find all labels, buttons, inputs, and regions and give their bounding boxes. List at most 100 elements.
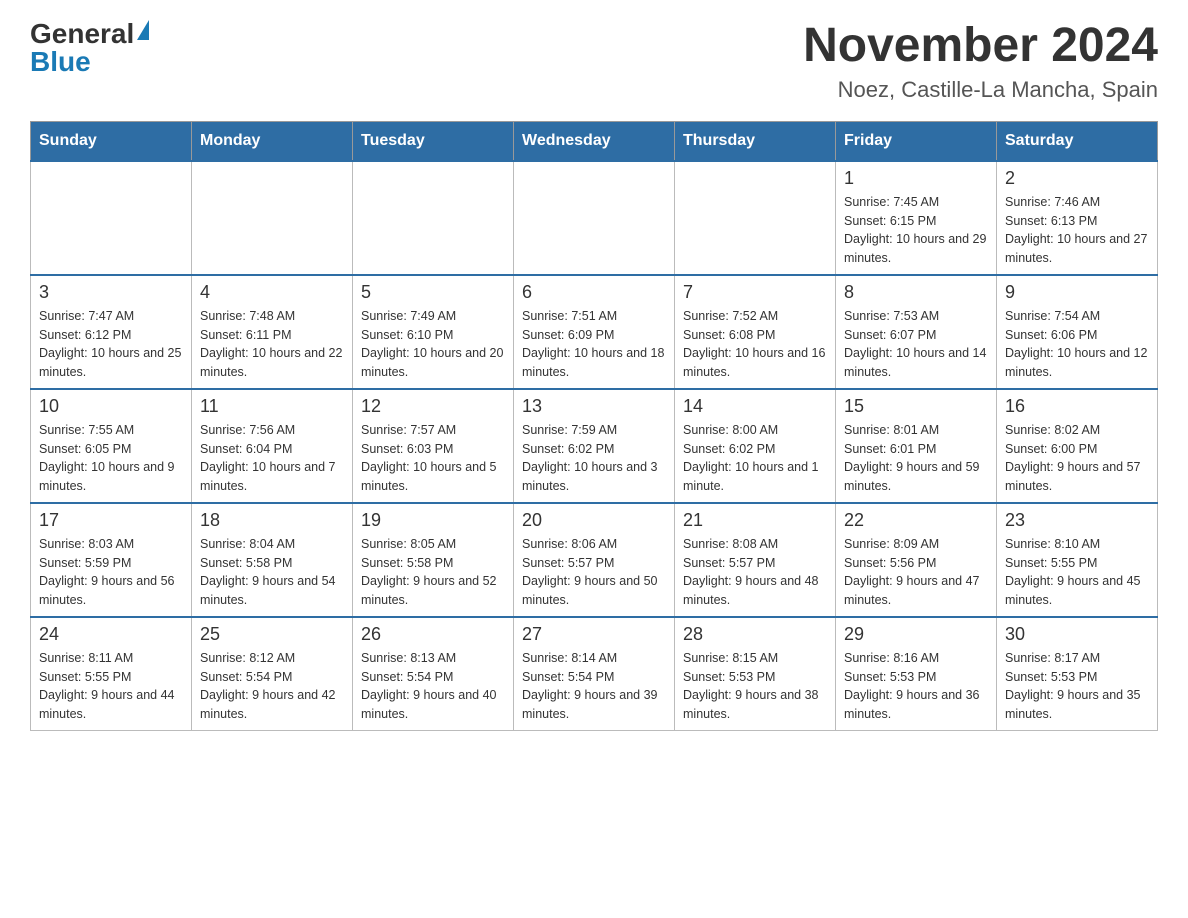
logo-blue-text: Blue — [30, 48, 91, 76]
day-info: Sunrise: 8:03 AM Sunset: 5:59 PM Dayligh… — [39, 535, 183, 610]
calendar-cell — [192, 161, 353, 275]
day-info: Sunrise: 8:05 AM Sunset: 5:58 PM Dayligh… — [361, 535, 505, 610]
day-number: 26 — [361, 624, 505, 645]
day-info: Sunrise: 8:01 AM Sunset: 6:01 PM Dayligh… — [844, 421, 988, 496]
calendar-cell: 19 Sunrise: 8:05 AM Sunset: 5:58 PM Dayli… — [353, 503, 514, 617]
calendar-cell: 26 Sunrise: 8:13 AM Sunset: 5:54 PM Dayli… — [353, 617, 514, 731]
calendar-cell: 28 Sunrise: 8:15 AM Sunset: 5:53 PM Dayli… — [675, 617, 836, 731]
calendar-title-block: November 2024 Noez, Castille-La Mancha, … — [803, 20, 1158, 103]
calendar-cell: 24Sunrise: 8:11 AM Sunset: 5:55 PM Dayli… — [31, 617, 192, 731]
calendar-cell: 2 Sunrise: 7:46 AM Sunset: 6:13 PM Daylig… — [997, 161, 1158, 275]
day-info: Sunrise: 8:04 AM Sunset: 5:58 PM Dayligh… — [200, 535, 344, 610]
calendar-cell — [514, 161, 675, 275]
calendar-body: 1Sunrise: 7:45 AM Sunset: 6:15 PM Daylig… — [31, 161, 1158, 731]
calendar-cell: 20 Sunrise: 8:06 AM Sunset: 5:57 PM Dayli… — [514, 503, 675, 617]
day-number: 17 — [39, 510, 183, 531]
calendar-title: November 2024 — [803, 20, 1158, 73]
day-of-week-wednesday: Wednesday — [514, 121, 675, 161]
calendar-cell: 25Sunrise: 8:12 AM Sunset: 5:54 PM Dayli… — [192, 617, 353, 731]
calendar-cell: 1Sunrise: 7:45 AM Sunset: 6:15 PM Daylig… — [836, 161, 997, 275]
calendar-header: SundayMondayTuesdayWednesdayThursdayFrid… — [31, 121, 1158, 161]
calendar-cell: 18 Sunrise: 8:04 AM Sunset: 5:58 PM Dayli… — [192, 503, 353, 617]
calendar-cell: 9 Sunrise: 7:54 AM Sunset: 6:06 PM Daylig… — [997, 275, 1158, 389]
calendar-cell: 30Sunrise: 8:17 AM Sunset: 5:53 PM Dayli… — [997, 617, 1158, 731]
day-info: Sunrise: 8:08 AM Sunset: 5:57 PM Dayligh… — [683, 535, 827, 610]
day-info: Sunrise: 8:15 AM Sunset: 5:53 PM Dayligh… — [683, 649, 827, 724]
calendar-cell: 22 Sunrise: 8:09 AM Sunset: 5:56 PM Dayli… — [836, 503, 997, 617]
logo-general-text: General — [30, 20, 134, 48]
day-number: 21 — [683, 510, 827, 531]
day-info: Sunrise: 7:53 AM Sunset: 6:07 PM Dayligh… — [844, 307, 988, 382]
day-number: 7 — [683, 282, 827, 303]
day-number: 28 — [683, 624, 827, 645]
calendar-cell: 5 Sunrise: 7:49 AM Sunset: 6:10 PM Daylig… — [353, 275, 514, 389]
day-number: 14 — [683, 396, 827, 417]
calendar-subtitle: Noez, Castille-La Mancha, Spain — [803, 77, 1158, 103]
day-number: 22 — [844, 510, 988, 531]
day-of-week-monday: Monday — [192, 121, 353, 161]
day-info: Sunrise: 8:14 AM Sunset: 5:54 PM Dayligh… — [522, 649, 666, 724]
day-info: Sunrise: 7:59 AM Sunset: 6:02 PM Dayligh… — [522, 421, 666, 496]
calendar-cell: 29 Sunrise: 8:16 AM Sunset: 5:53 PM Dayli… — [836, 617, 997, 731]
day-info: Sunrise: 8:09 AM Sunset: 5:56 PM Dayligh… — [844, 535, 988, 610]
day-of-week-thursday: Thursday — [675, 121, 836, 161]
day-of-week-saturday: Saturday — [997, 121, 1158, 161]
day-info: Sunrise: 7:46 AM Sunset: 6:13 PM Dayligh… — [1005, 193, 1149, 268]
week-row-1: 1Sunrise: 7:45 AM Sunset: 6:15 PM Daylig… — [31, 161, 1158, 275]
day-info: Sunrise: 8:11 AM Sunset: 5:55 PM Dayligh… — [39, 649, 183, 724]
calendar-cell: 4Sunrise: 7:48 AM Sunset: 6:11 PM Daylig… — [192, 275, 353, 389]
day-info: Sunrise: 7:48 AM Sunset: 6:11 PM Dayligh… — [200, 307, 344, 382]
calendar-cell: 21 Sunrise: 8:08 AM Sunset: 5:57 PM Dayli… — [675, 503, 836, 617]
calendar-cell: 7 Sunrise: 7:52 AM Sunset: 6:08 PM Daylig… — [675, 275, 836, 389]
day-number: 2 — [1005, 168, 1149, 189]
day-info: Sunrise: 8:02 AM Sunset: 6:00 PM Dayligh… — [1005, 421, 1149, 496]
calendar-cell — [353, 161, 514, 275]
day-number: 18 — [200, 510, 344, 531]
day-number: 23 — [1005, 510, 1149, 531]
day-number: 30 — [1005, 624, 1149, 645]
day-number: 19 — [361, 510, 505, 531]
day-info: Sunrise: 7:54 AM Sunset: 6:06 PM Dayligh… — [1005, 307, 1149, 382]
day-of-week-friday: Friday — [836, 121, 997, 161]
day-number: 25 — [200, 624, 344, 645]
calendar-table: SundayMondayTuesdayWednesdayThursdayFrid… — [30, 121, 1158, 731]
day-number: 11 — [200, 396, 344, 417]
calendar-cell: 17 Sunrise: 8:03 AM Sunset: 5:59 PM Dayli… — [31, 503, 192, 617]
calendar-cell: 23Sunrise: 8:10 AM Sunset: 5:55 PM Dayli… — [997, 503, 1158, 617]
day-number: 16 — [1005, 396, 1149, 417]
day-info: Sunrise: 8:16 AM Sunset: 5:53 PM Dayligh… — [844, 649, 988, 724]
day-info: Sunrise: 7:47 AM Sunset: 6:12 PM Dayligh… — [39, 307, 183, 382]
day-number: 8 — [844, 282, 988, 303]
calendar-cell: 6 Sunrise: 7:51 AM Sunset: 6:09 PM Daylig… — [514, 275, 675, 389]
day-info: Sunrise: 7:49 AM Sunset: 6:10 PM Dayligh… — [361, 307, 505, 382]
day-info: Sunrise: 7:51 AM Sunset: 6:09 PM Dayligh… — [522, 307, 666, 382]
page-header: General Blue November 2024 Noez, Castill… — [30, 20, 1158, 103]
calendar-cell — [31, 161, 192, 275]
days-of-week-row: SundayMondayTuesdayWednesdayThursdayFrid… — [31, 121, 1158, 161]
day-number: 5 — [361, 282, 505, 303]
day-info: Sunrise: 7:55 AM Sunset: 6:05 PM Dayligh… — [39, 421, 183, 496]
logo: General Blue — [30, 20, 149, 76]
day-number: 6 — [522, 282, 666, 303]
day-of-week-tuesday: Tuesday — [353, 121, 514, 161]
day-number: 9 — [1005, 282, 1149, 303]
day-number: 12 — [361, 396, 505, 417]
day-info: Sunrise: 7:57 AM Sunset: 6:03 PM Dayligh… — [361, 421, 505, 496]
calendar-cell: 15Sunrise: 8:01 AM Sunset: 6:01 PM Dayli… — [836, 389, 997, 503]
calendar-cell: 11Sunrise: 7:56 AM Sunset: 6:04 PM Dayli… — [192, 389, 353, 503]
day-info: Sunrise: 8:00 AM Sunset: 6:02 PM Dayligh… — [683, 421, 827, 496]
day-number: 20 — [522, 510, 666, 531]
calendar-cell — [675, 161, 836, 275]
day-number: 29 — [844, 624, 988, 645]
calendar-cell: 10 Sunrise: 7:55 AM Sunset: 6:05 PM Dayli… — [31, 389, 192, 503]
day-info: Sunrise: 7:45 AM Sunset: 6:15 PM Dayligh… — [844, 193, 988, 268]
week-row-5: 24Sunrise: 8:11 AM Sunset: 5:55 PM Dayli… — [31, 617, 1158, 731]
day-info: Sunrise: 8:06 AM Sunset: 5:57 PM Dayligh… — [522, 535, 666, 610]
calendar-cell: 8 Sunrise: 7:53 AM Sunset: 6:07 PM Daylig… — [836, 275, 997, 389]
day-info: Sunrise: 7:52 AM Sunset: 6:08 PM Dayligh… — [683, 307, 827, 382]
day-number: 10 — [39, 396, 183, 417]
week-row-3: 10 Sunrise: 7:55 AM Sunset: 6:05 PM Dayli… — [31, 389, 1158, 503]
calendar-cell: 14 Sunrise: 8:00 AM Sunset: 6:02 PM Dayli… — [675, 389, 836, 503]
week-row-2: 3Sunrise: 7:47 AM Sunset: 6:12 PM Daylig… — [31, 275, 1158, 389]
day-info: Sunrise: 8:13 AM Sunset: 5:54 PM Dayligh… — [361, 649, 505, 724]
